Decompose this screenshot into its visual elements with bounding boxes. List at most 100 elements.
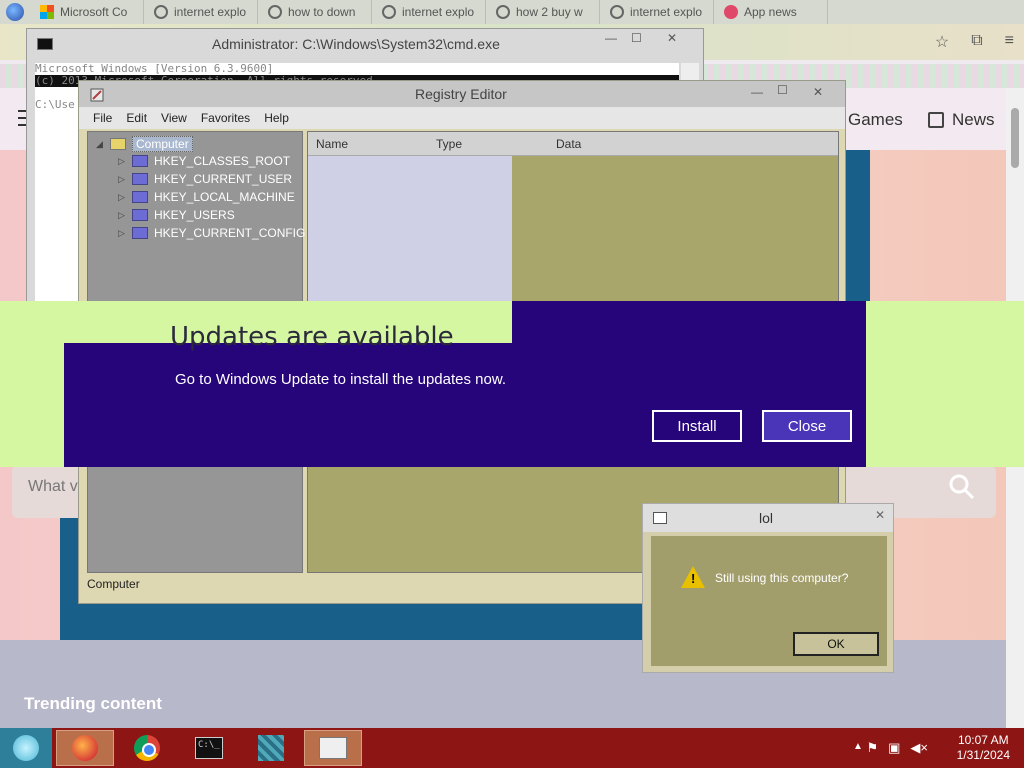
tab-label: internet explo — [630, 5, 703, 19]
menu-favorites[interactable]: Favorites — [201, 111, 250, 125]
computer-icon — [110, 138, 126, 150]
close-button[interactable]: Close — [762, 410, 852, 442]
tab-label: how 2 buy w — [516, 5, 583, 19]
lol-message: Still using this computer? — [715, 571, 849, 585]
google-icon — [496, 5, 510, 19]
maximize-button[interactable]: ☐ — [631, 31, 642, 45]
browser-tab[interactable]: App news — [716, 0, 828, 24]
expand-arrow-icon[interactable]: ▷ — [118, 156, 126, 167]
tree-node-hive[interactable]: ▷ HKEY_CURRENT_USER — [118, 172, 292, 186]
taskbar-regedit[interactable] — [242, 730, 300, 766]
clock-date: 1/31/2024 — [956, 748, 1010, 762]
menu-icon[interactable]: ≡ — [1005, 32, 1014, 52]
network-icon[interactable]: ▣ — [888, 740, 900, 756]
taskbar-cmd[interactable]: C:\_ — [180, 730, 238, 766]
minimize-button[interactable]: — — [751, 85, 763, 99]
tree-node-label: HKEY_CLASSES_ROOT — [154, 154, 291, 168]
browser-tab[interactable]: internet explo — [146, 0, 258, 24]
folder-icon — [132, 191, 148, 203]
nav-news-label: News — [952, 110, 995, 129]
browser-tab[interactable]: internet explo — [602, 0, 714, 24]
regedit-icon — [90, 88, 104, 102]
firefox-icon — [6, 3, 24, 21]
folder-icon — [132, 227, 148, 239]
taskbar-explorer[interactable] — [304, 730, 362, 766]
tree-node-label: HKEY_LOCAL_MACHINE — [154, 190, 295, 204]
cmd-titlebar[interactable]: Administrator: C:\Windows\System32\cmd.e… — [27, 29, 703, 59]
expand-arrow-icon[interactable]: ▷ — [118, 174, 126, 185]
tree-node-hive[interactable]: ▷ HKEY_LOCAL_MACHINE — [118, 190, 295, 204]
nav-news-link[interactable]: News — [928, 110, 995, 130]
browser-tab[interactable]: internet explo — [374, 0, 486, 24]
trending-heading: Trending content — [24, 694, 162, 713]
star-icon[interactable]: ☆ — [935, 32, 949, 52]
expand-arrow-icon[interactable]: ▷ — [118, 192, 126, 203]
tab-label: App news — [744, 5, 797, 19]
list-pane — [308, 156, 512, 302]
search-icon[interactable] — [948, 473, 976, 501]
close-button[interactable]: ✕ — [813, 85, 823, 99]
cmd-icon: C:\_ — [195, 737, 223, 759]
taskbar-firefox[interactable] — [56, 730, 114, 766]
google-icon — [610, 5, 624, 19]
system-tray: ⚑ ▣ ◀× — [866, 740, 928, 756]
tree-node-label: HKEY_CURRENT_USER — [154, 172, 293, 186]
update-title: Updates are available — [170, 322, 454, 352]
google-icon — [268, 5, 282, 19]
browser-toolbar-icons: ☆ ⧉ ≡ — [935, 32, 1014, 52]
scrollbar-thumb[interactable] — [1011, 108, 1019, 168]
tab-label: how to down — [288, 5, 356, 19]
menu-view[interactable]: View — [161, 111, 187, 125]
tree-node-label: Computer — [132, 136, 193, 152]
expand-arrow-icon[interactable]: ▷ — [118, 228, 126, 239]
menu-edit[interactable]: Edit — [126, 111, 147, 125]
column-header-name[interactable]: Name — [316, 137, 348, 151]
regedit-menubar: File Edit View Favorites Help — [79, 107, 845, 129]
menu-help[interactable]: Help — [264, 111, 289, 125]
browser-tab[interactable]: Microsoft Co — [32, 0, 144, 24]
extension-icon[interactable]: ⧉ — [971, 32, 982, 52]
column-header-data[interactable]: Data — [556, 137, 581, 151]
browser-tab[interactable]: how 2 buy w — [488, 0, 600, 24]
show-hidden-icons-icon[interactable]: ▲ — [853, 741, 863, 752]
clock[interactable]: 10:07 AM 1/31/2024 — [957, 733, 1010, 763]
tree-node-computer[interactable]: ◢ Computer — [96, 136, 193, 152]
cmd-icon — [37, 38, 53, 50]
flag-icon[interactable]: ⚑ — [866, 740, 878, 756]
close-button[interactable]: ✕ — [667, 31, 677, 45]
tree-node-label: HKEY_USERS — [154, 208, 235, 222]
tree-node-hive[interactable]: ▷ HKEY_USERS — [118, 208, 235, 222]
column-header-type[interactable]: Type — [436, 137, 462, 151]
nav-games-link[interactable]: Games — [848, 110, 903, 130]
lol-titlebar[interactable]: lol ✕ — [643, 504, 893, 532]
volume-muted-icon[interactable]: ◀× — [910, 740, 928, 756]
clock-time: 10:07 AM — [957, 733, 1009, 747]
maximize-button[interactable]: ☐ — [777, 83, 788, 97]
start-button[interactable] — [0, 728, 52, 768]
close-button[interactable]: ✕ — [875, 508, 885, 522]
firefox-icon — [72, 735, 98, 761]
install-button[interactable]: Install — [652, 410, 742, 442]
regedit-icon — [258, 735, 284, 761]
tab-label: Microsoft Co — [60, 5, 128, 19]
collapse-arrow-icon[interactable]: ◢ — [96, 139, 104, 150]
browser-tab[interactable]: how to down — [260, 0, 372, 24]
expand-arrow-icon[interactable]: ▷ — [118, 210, 126, 221]
chrome-icon — [134, 735, 160, 761]
menu-file[interactable]: File — [93, 111, 112, 125]
folder-icon — [132, 155, 148, 167]
window-icon — [653, 512, 667, 524]
warning-icon-mark: ! — [691, 571, 696, 586]
regedit-titlebar[interactable]: Registry Editor — ☐ ✕ — [79, 81, 845, 107]
app-icon — [724, 5, 738, 19]
tab-label: internet explo — [174, 5, 247, 19]
taskbar-chrome[interactable] — [118, 730, 176, 766]
ok-button[interactable]: OK — [793, 632, 879, 656]
tab-label: internet explo — [402, 5, 475, 19]
tree-node-hive[interactable]: ▷ HKEY_CLASSES_ROOT — [118, 154, 290, 168]
tree-node-hive[interactable]: ▷ HKEY_CURRENT_CONFIG — [118, 226, 305, 240]
status-bar: Computer — [87, 577, 140, 591]
list-header: Name Type Data — [308, 132, 838, 156]
folder-icon — [132, 209, 148, 221]
minimize-button[interactable]: — — [605, 31, 617, 45]
